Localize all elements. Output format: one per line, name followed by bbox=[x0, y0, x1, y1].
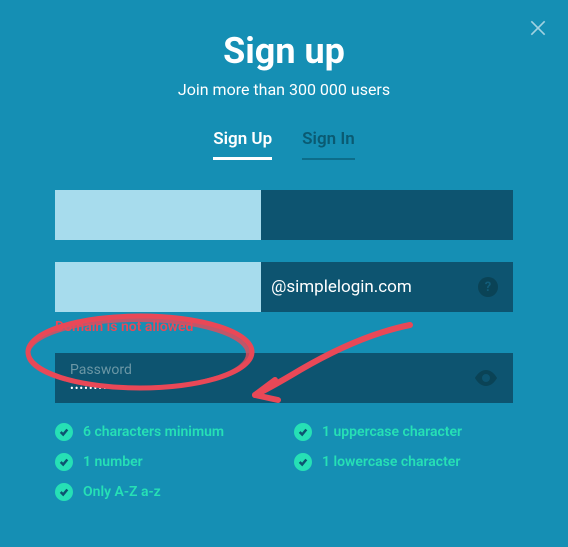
check-icon bbox=[294, 423, 312, 441]
check-icon bbox=[294, 453, 312, 471]
username-input-row[interactable] bbox=[55, 190, 513, 240]
check-icon bbox=[55, 453, 73, 471]
toggle-password-visibility[interactable] bbox=[474, 366, 498, 390]
check-icon bbox=[55, 483, 73, 501]
page-subtitle: Join more than 300 000 users bbox=[55, 80, 513, 99]
req-label: Only A-Z a-z bbox=[83, 484, 161, 500]
email-domain: @simplelogin.com bbox=[261, 262, 513, 312]
req-uppercase: 1 uppercase character bbox=[294, 423, 513, 441]
req-min-chars: 6 characters minimum bbox=[55, 423, 274, 441]
close-icon bbox=[528, 18, 548, 38]
tab-signin[interactable]: Sign In bbox=[302, 129, 355, 160]
req-label: 1 uppercase character bbox=[322, 424, 462, 440]
error-message: Domain is not allowed bbox=[55, 319, 513, 335]
req-label: 1 lowercase character bbox=[322, 454, 460, 470]
close-button[interactable] bbox=[528, 18, 548, 42]
req-label: 1 number bbox=[83, 454, 143, 470]
password-placeholder: Password bbox=[70, 362, 150, 378]
password-value: ••••••••••••••••• bbox=[70, 382, 150, 395]
req-number: 1 number bbox=[55, 453, 274, 471]
req-alpha: Only A-Z a-z bbox=[55, 483, 274, 501]
username-input[interactable] bbox=[55, 190, 261, 240]
tab-signup[interactable]: Sign Up bbox=[213, 129, 272, 160]
auth-tabs: Sign Up Sign In bbox=[55, 129, 513, 160]
email-input-row[interactable]: @simplelogin.com ? bbox=[55, 262, 513, 312]
page-title: Sign up bbox=[55, 30, 513, 72]
req-lowercase: 1 lowercase character bbox=[294, 453, 513, 471]
help-icon[interactable]: ? bbox=[478, 277, 498, 297]
check-icon bbox=[55, 423, 73, 441]
password-input-row[interactable]: Password ••••••••••••••••• bbox=[55, 353, 513, 403]
eye-icon bbox=[474, 366, 498, 390]
email-local-input[interactable] bbox=[55, 262, 261, 312]
password-requirements: 6 characters minimum 1 uppercase charact… bbox=[55, 423, 513, 501]
req-label: 6 characters minimum bbox=[83, 424, 224, 440]
